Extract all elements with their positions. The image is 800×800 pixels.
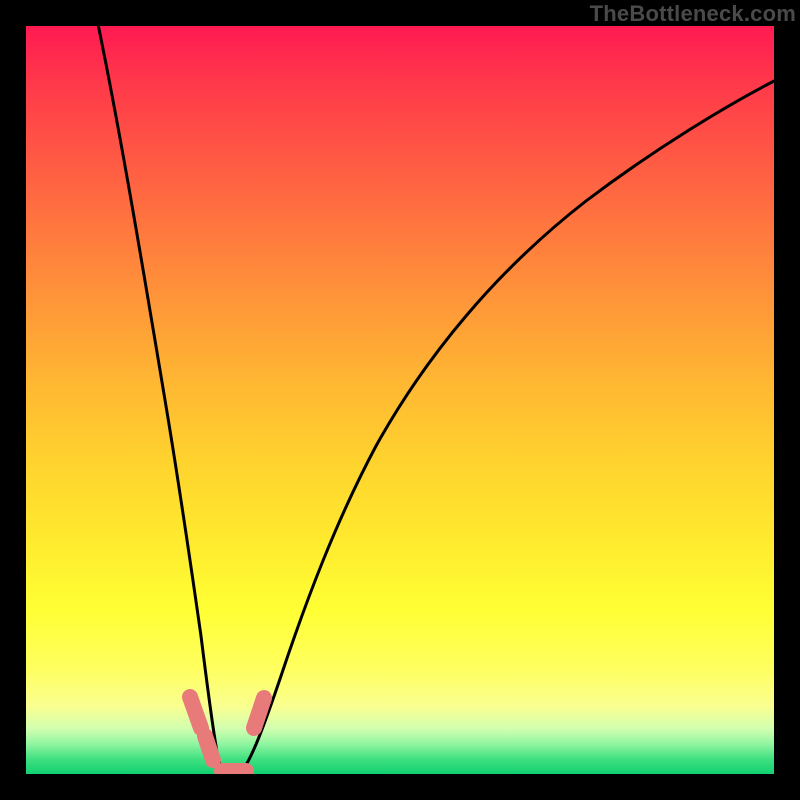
curve-right-branch: [241, 81, 774, 772]
marker-left-lower: [205, 736, 213, 760]
curve-layer: [26, 26, 774, 774]
curve-left-branch: [90, 26, 226, 772]
marker-right-upper: [254, 698, 264, 728]
watermark-text: TheBottleneck.com: [590, 1, 796, 27]
marker-left-upper: [190, 697, 201, 728]
